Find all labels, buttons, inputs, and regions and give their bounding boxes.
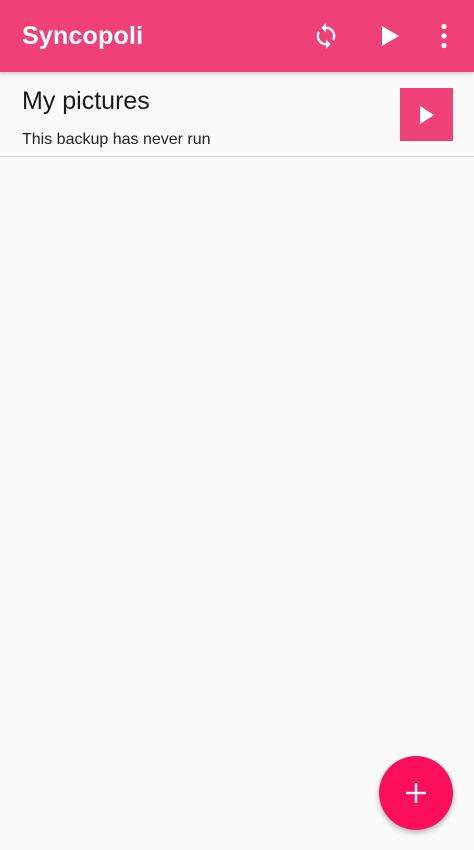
overflow-menu-button[interactable]	[420, 12, 468, 60]
play-icon	[382, 26, 399, 46]
run-backup-button[interactable]	[400, 88, 453, 141]
backup-list-item[interactable]: My pictures This backup has never run	[0, 72, 474, 157]
backup-status: This backup has never run	[22, 131, 211, 148]
plus-icon	[406, 783, 426, 803]
backup-name: My pictures	[22, 87, 150, 115]
sync-icon	[316, 23, 336, 49]
backup-list: My pictures This backup has never run	[0, 72, 474, 157]
add-backup-button[interactable]	[379, 756, 453, 830]
app-title: Syncopoli	[22, 22, 144, 50]
app-bar: Syncopoli	[0, 0, 474, 72]
more-vert-icon	[441, 23, 447, 49]
sync-button[interactable]	[302, 12, 350, 60]
run-all-button[interactable]	[366, 12, 414, 60]
play-icon	[419, 105, 434, 124]
